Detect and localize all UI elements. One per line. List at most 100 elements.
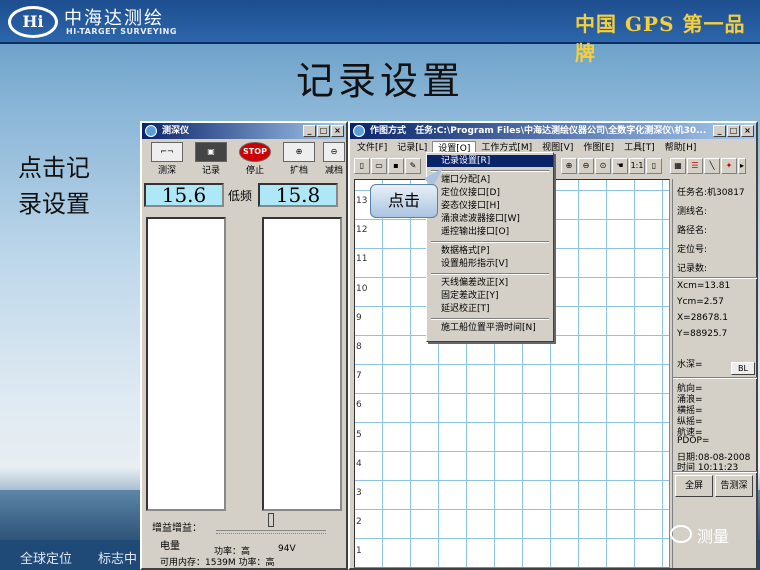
- line-icon[interactable]: ╲: [704, 158, 720, 174]
- maximize-button[interactable]: □: [727, 125, 740, 137]
- open-folder-icon[interactable]: ▭: [371, 158, 387, 174]
- menu-file[interactable]: 文件[F]: [352, 141, 392, 156]
- zoom-fit-icon[interactable]: ⊙: [595, 158, 611, 174]
- fix-number: 定位号:: [677, 245, 708, 255]
- y-axis-label: 3: [356, 488, 362, 498]
- water-depth: 水深=: [677, 360, 703, 370]
- target-icon[interactable]: ✦: [721, 158, 737, 174]
- settings-menu-item[interactable]: 涌浪滤波器接口[W]: [427, 213, 553, 225]
- footer-item: 全球定位: [20, 552, 73, 567]
- sounding-icon: ⌐¬: [151, 142, 183, 162]
- path-name: 路径名:: [677, 226, 708, 236]
- toolbar-spacer: [663, 158, 669, 176]
- y-axis-label: 5: [356, 429, 362, 440]
- xcm-value: Xcm=13.81: [677, 281, 731, 291]
- divider: [673, 377, 757, 379]
- plot-window-titlebar[interactable]: 作图方式 任务:C:\Program Files\中海达测绘仪器公司\全数字化测…: [350, 123, 756, 139]
- save-icon[interactable]: ▪: [388, 158, 404, 174]
- grid-icon[interactable]: ▦: [670, 158, 686, 174]
- stop-button[interactable]: STOP 停止: [234, 141, 276, 176]
- side-note-line: 点击记: [18, 154, 90, 182]
- depth-value-left: 15.6: [144, 183, 224, 207]
- memory-text: 可用内存：1539M 功率：高: [160, 558, 275, 568]
- y-axis-label: 1: [356, 546, 362, 557]
- depth-readout: 15.6 低频 15.8: [144, 183, 346, 209]
- menu-tools[interactable]: 工具[T]: [619, 141, 660, 156]
- save-disk-icon: ▣: [195, 142, 227, 162]
- echo-paper-right: [262, 217, 342, 511]
- new-file-icon[interactable]: ▯: [354, 158, 370, 174]
- wechat-label: 测量: [697, 527, 730, 546]
- y-value: Y=88925.7: [677, 329, 728, 339]
- y-axis-label: 6: [356, 400, 362, 411]
- depth-value-right: 15.8: [258, 183, 338, 207]
- y-axis-label: 9: [356, 312, 362, 323]
- settings-menu-item[interactable]: 天线偏差改正[X]: [427, 277, 553, 289]
- magnify-plus-icon: ⊕: [283, 142, 315, 162]
- depth-toolbar: ⌐¬ 测深 ▣ 记录 STOP 停止 ⊕ 扩档 ⊖ 减档: [144, 141, 346, 177]
- side-note: 点击记 录设置: [18, 150, 90, 222]
- list-icon[interactable]: ☰: [687, 158, 703, 174]
- settings-menu-item[interactable]: 固定差改正[Y]: [427, 290, 553, 302]
- maximize-button[interactable]: □: [317, 125, 330, 137]
- minimize-button[interactable]: _: [303, 125, 316, 137]
- y-axis-label: 7: [356, 371, 362, 382]
- pan-hand-icon[interactable]: ☚: [612, 158, 628, 174]
- window-title: 测深仪: [162, 126, 190, 136]
- battery-label: 电量: [160, 541, 180, 552]
- fullscreen-button[interactable]: 全屏: [675, 475, 713, 497]
- y-axis-label: 13: [356, 196, 368, 206]
- y-axis-label: 10: [356, 283, 368, 294]
- sounding-button[interactable]: ⌐¬ 测深: [146, 141, 188, 176]
- zoom-in-icon[interactable]: ⊕: [561, 158, 577, 174]
- zoom-in-button[interactable]: ⊕ 扩档: [278, 141, 320, 176]
- ycm-value: Ycm=2.57: [677, 297, 724, 307]
- settings-menu-item[interactable]: 定位仪接口[D]: [427, 187, 553, 199]
- company-name-english: HI-TARGET SURVEYING: [66, 27, 177, 36]
- settings-menu-item[interactable]: 姿态仪接口[H]: [427, 200, 553, 212]
- gain-slider-thumb[interactable]: [268, 513, 274, 527]
- window-title: 作图方式: [370, 126, 407, 136]
- echo-paper-left: [146, 217, 226, 511]
- divider: [673, 277, 757, 279]
- click-callout: 点击: [370, 184, 438, 218]
- close-button[interactable]: ×: [741, 125, 754, 137]
- zoom-out-icon[interactable]: ⊖: [578, 158, 594, 174]
- x-value: X=28678.1: [677, 313, 728, 323]
- more-icon[interactable]: ▸: [738, 158, 746, 174]
- record-button[interactable]: ▣ 记录: [190, 141, 232, 176]
- minimize-button[interactable]: _: [713, 125, 726, 137]
- alarm-depth-button[interactable]: 告测深: [715, 475, 753, 497]
- settings-menu-item[interactable]: 施工船位置平滑时间[N]: [427, 322, 553, 334]
- menu-plot[interactable]: 作图[E]: [578, 141, 619, 156]
- settings-menu-item[interactable]: 延迟校正[T]: [427, 303, 553, 315]
- app-icon: [145, 125, 157, 137]
- zoom-out-button[interactable]: ⊖ 减档: [322, 141, 346, 175]
- app-icon: [353, 125, 365, 137]
- line-name: 测线名:: [677, 207, 708, 217]
- record-count: 记录数:: [677, 264, 708, 274]
- y-axis-label: 12: [356, 225, 368, 236]
- voltage-value: 94V: [278, 544, 296, 554]
- settings-menu-item[interactable]: 遥控输出接口[O]: [427, 226, 553, 238]
- edit-icon[interactable]: ✎: [405, 158, 421, 174]
- slide-title: 记录设置: [295, 59, 464, 103]
- company-logo-mark: Hi: [8, 6, 58, 38]
- menu-help[interactable]: 帮助[H]: [660, 141, 702, 156]
- divider: [673, 471, 757, 473]
- close-button[interactable]: ×: [331, 125, 344, 137]
- settings-menu-item[interactable]: 记录设置[R]: [427, 155, 553, 167]
- menu-separator: [431, 241, 549, 243]
- pdop-value: PDOP=: [677, 436, 710, 446]
- bl-button[interactable]: BL: [731, 362, 755, 375]
- page-icon[interactable]: ▯: [646, 158, 662, 174]
- settings-menu-item[interactable]: 端口分配[A]: [427, 174, 553, 186]
- one-to-one-icon[interactable]: 1:1: [629, 158, 645, 174]
- y-axis-label: 8: [356, 342, 362, 352]
- settings-menu-item[interactable]: 数据格式[P]: [427, 245, 553, 257]
- magnify-minus-icon: ⊖: [323, 142, 345, 162]
- menu-separator: [431, 273, 549, 275]
- side-note-line: 录设置: [18, 190, 90, 218]
- settings-menu-item[interactable]: 设置船形指示[V]: [427, 258, 553, 270]
- depth-window-titlebar[interactable]: 测深仪 _ □ ×: [142, 123, 346, 139]
